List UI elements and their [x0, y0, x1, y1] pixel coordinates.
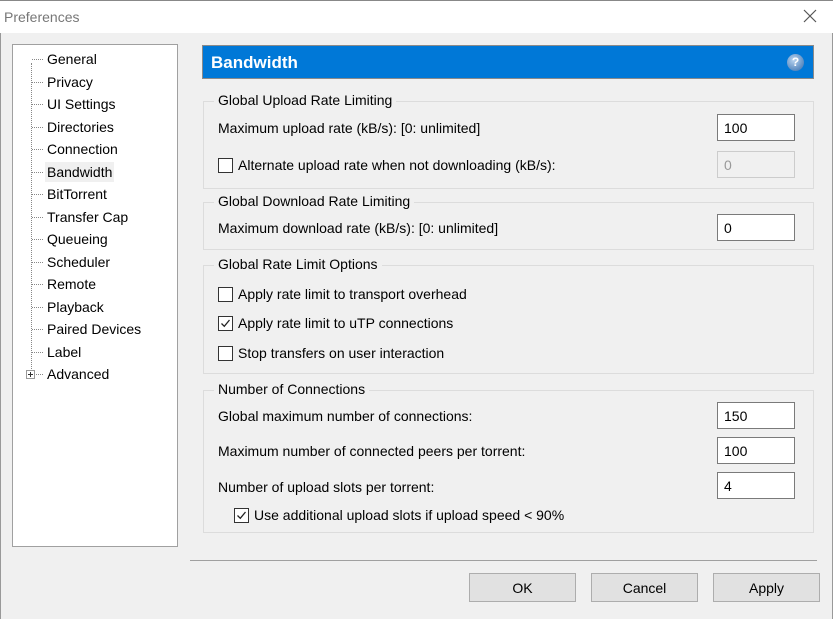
tree-connector: [32, 81, 43, 83]
cancel-button[interactable]: Cancel: [591, 573, 698, 602]
peers-per-torrent-label: Maximum number of connected peers per to…: [218, 443, 526, 459]
alternate-upload-checkbox[interactable]: [218, 158, 233, 173]
connections-group: Number of Connections Global maximum num…: [203, 381, 814, 533]
upload-slots-label: Number of upload slots per torrent:: [218, 479, 435, 495]
max-upload-input[interactable]: [717, 114, 795, 141]
rate-options-group-title: Global Rate Limit Options: [214, 256, 382, 272]
help-icon[interactable]: ?: [787, 54, 804, 71]
section-title: Bandwidth: [211, 53, 298, 72]
utp-connections-label: Apply rate limit to uTP connections: [238, 315, 454, 331]
sidebar-item-remote[interactable]: Remote: [45, 274, 98, 294]
upload-slots-input[interactable]: [717, 472, 795, 499]
sidebar-item-bittorrent[interactable]: BitTorrent: [45, 184, 109, 204]
expand-icon[interactable]: [26, 370, 35, 379]
tree-connector: [32, 216, 43, 218]
stop-transfers-checkbox[interactable]: [218, 346, 233, 361]
upload-group-title: Global Upload Rate Limiting: [214, 92, 397, 108]
sidebar-item-privacy[interactable]: Privacy: [45, 72, 95, 92]
category-tree[interactable]: General Privacy UI Settings Directories Conn…: [12, 44, 178, 547]
additional-slots-checkbox[interactable]: [234, 508, 249, 523]
transport-overhead-checkbox[interactable]: [218, 287, 233, 302]
alternate-upload-label: Alternate upload rate when not downloadi…: [238, 157, 556, 173]
download-group-title: Global Download Rate Limiting: [214, 193, 415, 209]
tree-connector: [32, 104, 43, 105]
transport-overhead-label: Apply rate limit to transport overhead: [238, 286, 467, 302]
sidebar-item-scheduler[interactable]: Scheduler: [45, 252, 112, 272]
sidebar-item-paired-devices[interactable]: Paired Devices: [45, 319, 143, 339]
download-group: Global Download Rate Limiting Maximum do…: [203, 193, 814, 250]
sidebar-item-transfer-cap[interactable]: Transfer Cap: [45, 207, 130, 227]
window-title: Preferences: [4, 9, 80, 25]
sidebar-item-advanced[interactable]: Advanced: [45, 364, 111, 384]
stop-transfers-label: Stop transfers on user interaction: [238, 345, 445, 361]
tree-connector: [32, 239, 43, 240]
tree-connector: [36, 374, 43, 375]
tree-connector: [32, 306, 43, 308]
sidebar-item-connection[interactable]: Connection: [45, 139, 120, 159]
ok-button[interactable]: OK: [469, 573, 576, 602]
utp-connections-checkbox[interactable]: [218, 316, 233, 331]
tree-connector: [32, 149, 43, 150]
sidebar-item-queueing[interactable]: Queueing: [45, 229, 110, 249]
sidebar-item-bandwidth[interactable]: Bandwidth: [45, 161, 115, 182]
alternate-upload-input: [717, 151, 795, 178]
checkmark-icon: [237, 511, 247, 520]
section-header: Bandwidth ?: [202, 45, 814, 79]
tree-connector: [32, 171, 43, 173]
global-max-connections-label: Global maximum number of connections:: [218, 408, 473, 424]
max-download-label: Maximum download rate (kB/s): [0: unlimi…: [218, 220, 499, 236]
max-download-input[interactable]: [717, 214, 795, 241]
tree-connector: [32, 194, 43, 195]
tree-connector: [32, 126, 43, 128]
window-border-left: [0, 33, 1, 619]
sidebar-item-general[interactable]: General: [45, 49, 99, 69]
global-max-connections-input[interactable]: [717, 402, 795, 429]
tree-connector: [32, 329, 43, 330]
sidebar-item-playback[interactable]: Playback: [45, 297, 106, 317]
tree-connector: [32, 351, 43, 353]
max-upload-label: Maximum upload rate (kB/s): [0: unlimite…: [218, 120, 481, 136]
sidebar-item-ui-settings[interactable]: UI Settings: [45, 94, 117, 114]
tree-connector: [32, 261, 43, 263]
apply-button[interactable]: Apply: [713, 573, 820, 602]
sidebar-item-label[interactable]: Label: [45, 342, 83, 362]
title-bar: Preferences: [0, 0, 833, 33]
sidebar-item-directories[interactable]: Directories: [45, 117, 116, 137]
close-icon[interactable]: [801, 7, 819, 25]
checkmark-icon: [221, 319, 231, 328]
peers-per-torrent-input[interactable]: [717, 437, 795, 464]
rate-options-group: Global Rate Limit Options Apply rate lim…: [203, 256, 814, 374]
tree-connector: [32, 284, 43, 285]
connections-group-title: Number of Connections: [214, 381, 370, 397]
footer-separator: [190, 560, 817, 561]
tree-connector: [32, 59, 43, 60]
upload-group: Global Upload Rate Limiting Maximum uplo…: [203, 92, 814, 189]
additional-slots-label: Use additional upload slots if upload sp…: [254, 507, 565, 523]
